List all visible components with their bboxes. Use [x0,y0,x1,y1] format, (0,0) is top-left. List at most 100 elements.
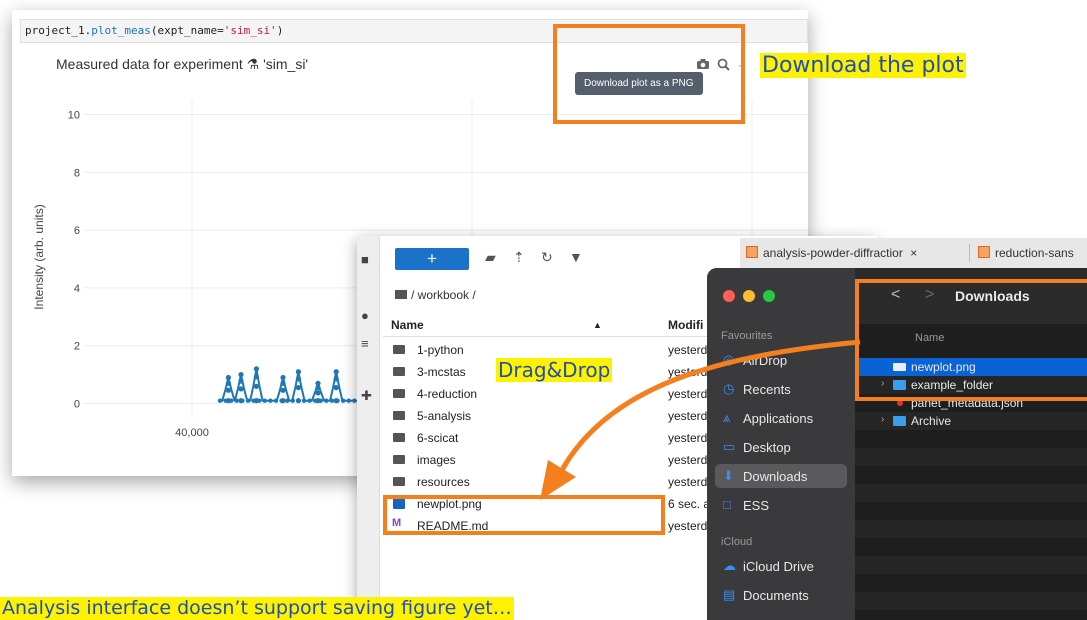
peak-point [253,366,259,372]
file-name: 3-mcstas [417,365,466,379]
peak-point [253,383,259,389]
row-stripe [855,484,1087,502]
peak-point [295,376,301,382]
peak-point [295,398,301,404]
folder-icon [395,290,407,299]
peak-point [280,387,286,393]
data-point [273,398,279,403]
icloud-heading: iCloud [721,536,753,548]
minimize-window-button[interactable] [743,290,755,302]
finder-file-name: Archive [911,414,952,428]
y-tick-label: 2 [74,341,80,353]
refresh-icon[interactable]: ↻ [541,249,553,266]
peak-point [253,398,259,404]
jupyter-tab-icon [978,246,990,258]
folder-icon [393,455,405,464]
activity-bar: ■ ● ≡ ✚ [357,236,380,620]
new-launcher-button[interactable]: + [395,248,469,270]
data-point [290,398,295,403]
label-download-the-plot: Download the plot [760,53,966,78]
plot-title: Measured data for experiment ⚗ 'sim_si' [56,56,309,72]
row-stripe [855,520,1087,538]
running-icon[interactable]: ● [361,308,369,323]
highlight-finder-file [855,279,1087,401]
extension-icon[interactable]: ✚ [361,388,372,404]
column-name[interactable]: Name [391,318,424,332]
filter-icon[interactable]: ▼ [569,249,583,265]
chevron-right-icon[interactable]: › [881,414,884,425]
breadcrumb[interactable]: / workbook / [395,288,476,302]
data-point [346,398,351,403]
drag-arrow [540,339,861,500]
row-stripe [855,592,1087,610]
peak-point [333,398,339,404]
data-point [217,398,223,403]
sidebar-item-icloud-drive[interactable]: ☁ iCloud Drive [715,554,847,578]
data-point [234,398,239,403]
folder-icon [393,345,405,354]
folder-icon [393,477,405,486]
peak-point [295,369,301,375]
folder-icon [393,367,405,376]
data-point [329,398,335,403]
y-tick-label: 8 [74,167,80,179]
commands-icon[interactable]: ≡ [361,336,369,351]
peak-point [333,376,339,382]
peak-point [253,374,259,380]
peak-point [280,380,286,386]
jupyter-tab-icon [746,246,758,258]
drag-arrow-head [540,460,576,500]
tab-label: analysis-powder-diffractior [763,246,903,260]
breadcrumb-path: / workbook / [411,288,476,302]
peak-point [315,390,321,396]
peak-point [333,369,339,375]
browser-tab-bar: analysis-powder-diffractior × reduction-… [740,238,1087,269]
folder-icon[interactable]: ■ [361,252,369,267]
highlight-download-button [553,24,745,124]
sidebar-item-label: Documents [743,588,809,603]
folder-icon [393,433,405,442]
sidebar-item-documents[interactable]: ▤ Documents [715,583,847,607]
row-stripe [855,556,1087,574]
code-arg: (expt_name= [150,24,224,37]
folder-icon [393,411,405,420]
code-string: 'sim_si' [223,24,277,37]
label-drag-drop: Drag&Drop [496,358,613,382]
y-tick-label: 0 [74,399,80,411]
tab-analysis-powder-diffraction[interactable]: analysis-powder-diffractior × [746,238,917,268]
file-name: 6-scicat [417,431,459,445]
peak-point [315,380,321,386]
file-name: resources [417,475,470,489]
peak-point [295,385,301,391]
zoom-window-button[interactable] [763,290,775,302]
sort-icon[interactable]: ▲ [593,320,602,330]
file-name: 1-python [417,343,464,357]
peak-point [333,385,339,391]
y-tick-label: 4 [74,283,80,295]
data-point [262,398,267,403]
row-stripe [855,448,1087,466]
close-window-button[interactable] [723,290,735,302]
close-tab-icon[interactable]: × [910,246,917,260]
y-tick-label: 10 [68,109,80,121]
peak-point [225,374,231,381]
data-point [307,398,312,403]
tab-reduction-sans[interactable]: reduction-sans [978,238,1074,268]
file-name: 4-reduction [417,387,478,401]
finder-file-row[interactable]: › Archive [855,412,1087,430]
peak-point [280,398,286,404]
new-folder-icon[interactable]: ▰ [485,249,496,266]
data-point [324,398,329,403]
peak-point [238,398,244,404]
x-tick-label: 40,000 [175,427,209,439]
peak-point [315,398,321,404]
y-tick-label: 6 [74,225,80,237]
upload-icon[interactable]: ⇡ [513,249,525,266]
data-point [352,398,357,403]
data-point [341,398,346,403]
document-icon: ▤ [723,587,736,602]
folder-icon [393,389,405,398]
data-point [285,398,290,403]
peak-point [225,387,231,393]
code-close: ) [276,24,284,37]
